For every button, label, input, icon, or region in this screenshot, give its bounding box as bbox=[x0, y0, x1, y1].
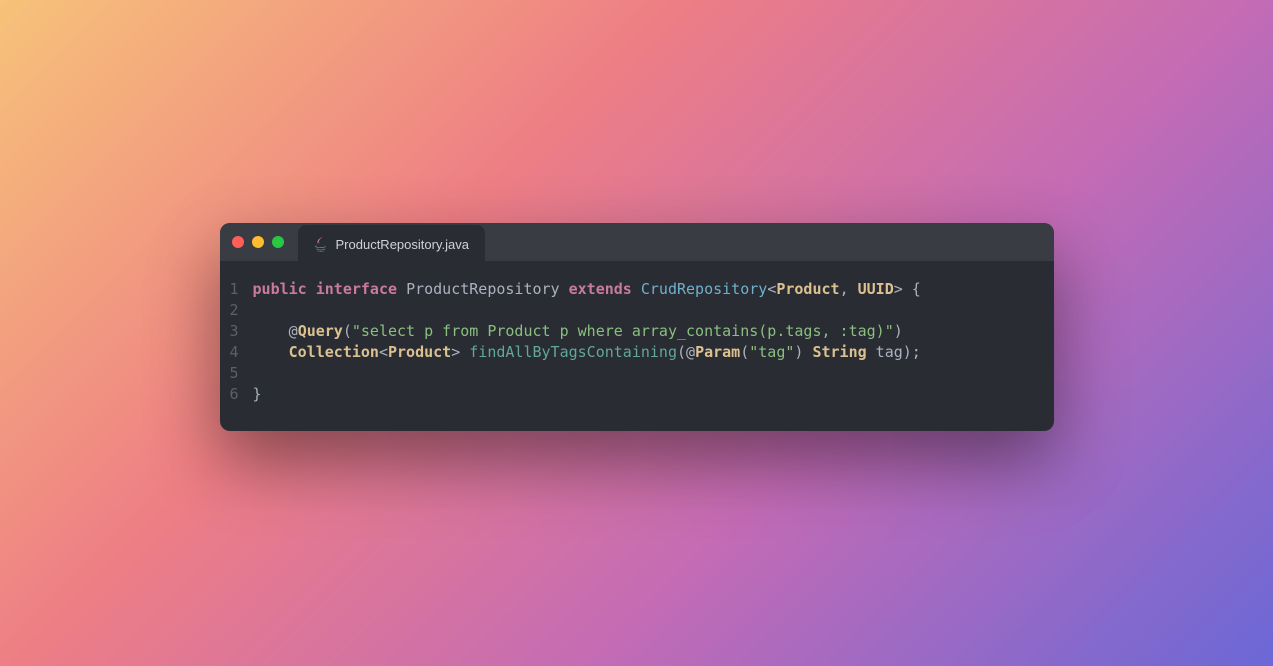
minimize-button[interactable] bbox=[252, 236, 264, 248]
code-line: public interface ProductRepository exten… bbox=[253, 279, 921, 300]
zoom-button[interactable] bbox=[272, 236, 284, 248]
line-number: 5 bbox=[230, 363, 239, 384]
line-number-gutter: 123456 bbox=[230, 279, 253, 405]
code-line: Collection<Product> findAllByTagsContain… bbox=[253, 342, 921, 363]
traffic-lights bbox=[232, 236, 284, 248]
line-number: 1 bbox=[230, 279, 239, 300]
tab-filename: ProductRepository.java bbox=[336, 237, 469, 252]
line-number: 6 bbox=[230, 384, 239, 405]
code-line: @Query("select p from Product p where ar… bbox=[253, 321, 921, 342]
file-tab[interactable]: ProductRepository.java bbox=[298, 225, 485, 263]
line-number: 3 bbox=[230, 321, 239, 342]
titlebar: ProductRepository.java bbox=[220, 223, 1054, 261]
line-number: 2 bbox=[230, 300, 239, 321]
editor[interactable]: 123456 public interface ProductRepositor… bbox=[220, 261, 1054, 431]
code-line bbox=[253, 300, 921, 321]
line-number: 4 bbox=[230, 342, 239, 363]
code-area[interactable]: public interface ProductRepository exten… bbox=[253, 279, 921, 405]
code-line bbox=[253, 363, 921, 384]
editor-window: ProductRepository.java 123456 public int… bbox=[220, 223, 1054, 431]
java-icon bbox=[314, 236, 328, 252]
close-button[interactable] bbox=[232, 236, 244, 248]
code-line: } bbox=[253, 384, 921, 405]
